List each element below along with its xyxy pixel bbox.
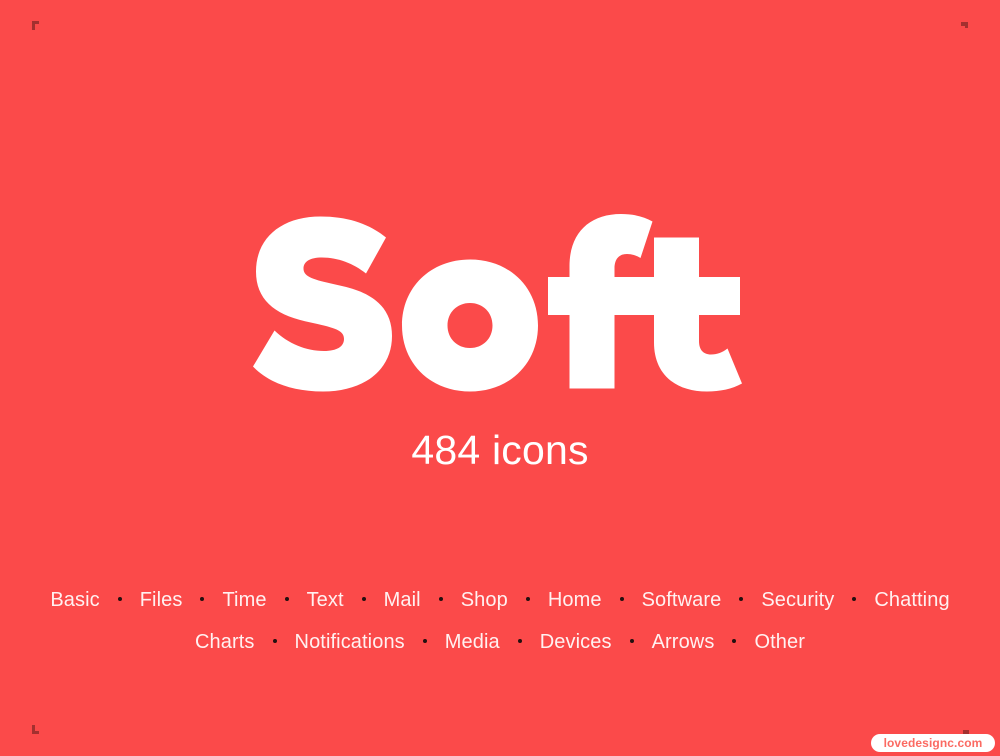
category-item-devices[interactable]: Devices	[540, 632, 612, 652]
category-item-charts[interactable]: Charts	[195, 632, 255, 652]
category-separator-dot	[852, 597, 857, 601]
category-separator-dot	[732, 639, 737, 643]
category-item-mail[interactable]: Mail	[384, 590, 421, 610]
category-row: Charts Notifications Media Devices Arrow…	[0, 632, 1000, 652]
category-separator-dot	[629, 639, 634, 643]
category-item-chatting[interactable]: Chatting	[874, 590, 949, 610]
category-item-media[interactable]: Media	[445, 632, 500, 652]
icon-set-cover: 484 icons Basic Files Time Text Mail Sho…	[0, 0, 1000, 756]
category-item-arrows[interactable]: Arrows	[652, 632, 715, 652]
category-item-notifications[interactable]: Notifications	[295, 632, 405, 652]
category-separator-dot	[361, 597, 366, 601]
category-item-files[interactable]: Files	[140, 590, 183, 610]
category-item-time[interactable]: Time	[222, 590, 266, 610]
category-item-basic[interactable]: Basic	[50, 590, 99, 610]
category-separator-dot	[284, 597, 289, 601]
category-separator-dot	[200, 597, 205, 601]
category-row: Basic Files Time Text Mail Shop Home Sof…	[0, 590, 1000, 610]
category-item-software[interactable]: Software	[642, 590, 722, 610]
category-item-shop[interactable]: Shop	[461, 590, 508, 610]
category-separator-dot	[117, 597, 122, 601]
category-separator-dot	[272, 639, 277, 643]
category-item-other[interactable]: Other	[754, 632, 805, 652]
category-item-text[interactable]: Text	[307, 590, 344, 610]
category-item-home[interactable]: Home	[548, 590, 602, 610]
category-separator-dot	[619, 597, 624, 601]
watermark-label: lovedesignc.com	[883, 736, 983, 750]
category-separator-dot	[525, 597, 530, 601]
watermark-badge[interactable]: lovedesignc.com	[871, 734, 995, 752]
category-list: Basic Files Time Text Mail Shop Home Sof…	[0, 590, 1000, 652]
category-separator-dot	[739, 597, 744, 601]
category-separator-dot	[422, 639, 427, 643]
category-separator-dot	[438, 597, 443, 601]
category-item-security[interactable]: Security	[761, 590, 834, 610]
category-separator-dot	[517, 639, 522, 643]
wordmark-soft	[0, 214, 1000, 414]
icon-count-subtitle: 484 icons	[411, 427, 589, 473]
